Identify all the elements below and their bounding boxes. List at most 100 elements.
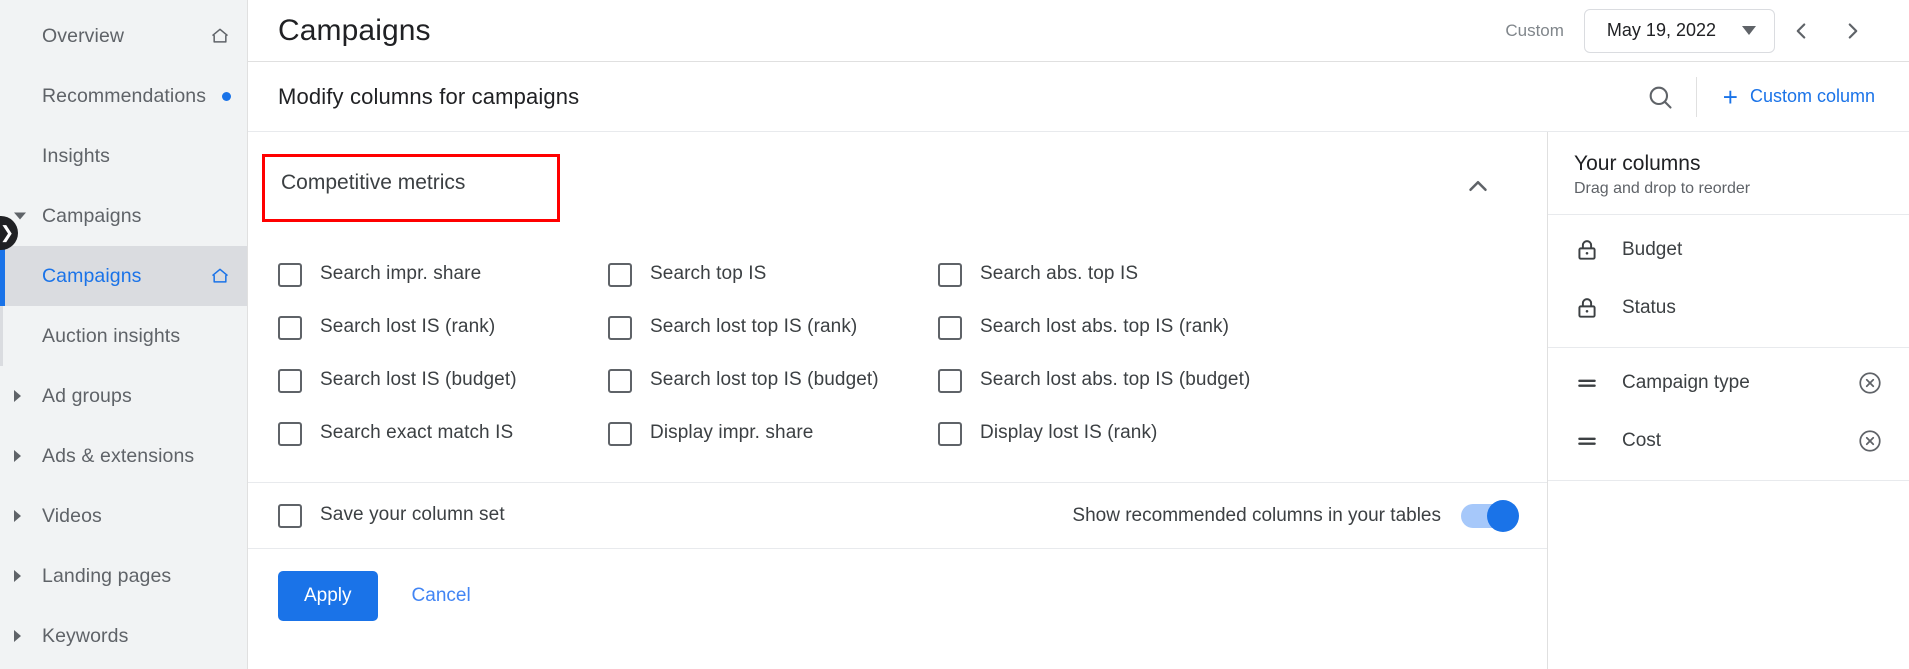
reorderable-column-row[interactable]: Campaign type (1548, 354, 1909, 412)
metric-label: Search lost IS (rank) (320, 316, 496, 337)
locked-column-label: Status (1622, 297, 1676, 318)
sidebar-item-list: Overview Recommendations Insights Campaigns… (0, 6, 247, 666)
date-range-select[interactable]: May 19, 2022 (1583, 8, 1775, 53)
metric-checkbox[interactable] (608, 263, 632, 287)
show-recommended-toggle[interactable] (1461, 499, 1519, 532)
metric-checkbox-row[interactable]: Search exact match IS (278, 407, 608, 460)
section-collapse-button[interactable] (1463, 171, 1517, 206)
remove-column-button[interactable] (1857, 428, 1883, 454)
sidebar-item-label: Ads & extensions (42, 444, 195, 467)
metric-checkbox-row[interactable]: Search lost abs. top IS (rank) (938, 301, 1517, 354)
drag-handle-icon[interactable] (1574, 370, 1600, 396)
reorderable-column-label: Cost (1622, 430, 1662, 451)
custom-column-button[interactable]: + Custom column (1705, 84, 1909, 110)
next-period-button[interactable] (1827, 5, 1879, 57)
caret-right-icon[interactable] (14, 570, 21, 582)
metric-checkbox-row[interactable]: Search lost top IS (rank) (608, 301, 938, 354)
metric-checkbox[interactable] (608, 422, 632, 446)
metrics-scroll-area[interactable]: Competitive metrics Search impr. share Se… (248, 132, 1547, 483)
lock-icon (1578, 240, 1596, 260)
your-columns-panel: Your columns Drag and drop to reorder Bu… (1547, 132, 1909, 669)
sidebar-item-ad-groups-6[interactable]: Ad groups (0, 366, 247, 426)
metric-checkbox-row[interactable]: Search lost IS (budget) (278, 354, 608, 407)
metric-checkbox[interactable] (608, 316, 632, 340)
metric-label: Display lost IS (rank) (980, 422, 1158, 443)
metric-checkbox[interactable] (278, 263, 302, 287)
metric-label: Search top IS (650, 263, 767, 284)
show-recommended-option[interactable]: Show recommended columns in your tables (1072, 499, 1519, 532)
sidebar-item-keywords-10[interactable]: Keywords (0, 606, 247, 666)
footer-options-row: Save your column set Show recommended co… (248, 483, 1547, 549)
sidebar-item-overview-0[interactable]: Overview (0, 6, 247, 66)
previous-period-button[interactable] (1775, 5, 1827, 57)
your-columns-subtitle: Drag and drop to reorder (1574, 180, 1751, 197)
sidebar-item-landing-pages-9[interactable]: Landing pages (0, 546, 247, 606)
home-icon (209, 26, 231, 46)
custom-column-label: Custom column (1749, 86, 1875, 106)
metric-checkbox[interactable] (278, 422, 302, 446)
search-button[interactable] (1628, 83, 1692, 111)
drag-handle-icon (1578, 379, 1596, 387)
left-sidebar-nav: ❯ Overview Recommendations Insights Campaig… (0, 0, 248, 669)
locked-column-row: Budget (1548, 221, 1909, 279)
metric-label: Search lost abs. top IS (rank) (980, 316, 1230, 337)
metric-label: Search lost top IS (rank) (650, 316, 858, 337)
caret-right-icon[interactable] (14, 510, 21, 522)
dialog-title: Modify columns for campaigns (278, 83, 580, 109)
sidebar-item-label: Campaigns (42, 204, 142, 227)
your-columns-header: Your columns Drag and drop to reorder (1548, 132, 1909, 215)
metric-checkbox[interactable] (938, 263, 962, 287)
apply-button[interactable]: Apply (278, 571, 378, 621)
sidebar-item-videos-8[interactable]: Videos (0, 486, 247, 546)
show-recommended-label: Show recommended columns in your tables (1072, 504, 1441, 526)
metric-checkbox-row[interactable]: Search abs. top IS (938, 248, 1517, 301)
metric-checkbox-row[interactable]: Search lost IS (rank) (278, 301, 608, 354)
metric-checkbox[interactable] (938, 316, 962, 340)
plus-icon: + (1722, 81, 1738, 112)
caret-right-icon[interactable] (14, 630, 21, 642)
competitive-metrics-section-header[interactable]: Competitive metrics (248, 132, 1547, 240)
metric-label: Search lost abs. top IS (budget) (980, 369, 1251, 390)
date-range-value: May 19, 2022 (1606, 20, 1716, 40)
caret-right-icon[interactable] (14, 390, 21, 402)
save-column-set-checkbox[interactable] (278, 504, 302, 528)
sidebar-item-auction-insights-5[interactable]: Auction insights (0, 306, 247, 366)
metric-checkbox-row[interactable]: Search impr. share (278, 248, 608, 301)
metric-checkbox[interactable] (938, 422, 962, 446)
save-column-set-option[interactable]: Save your column set (278, 503, 505, 528)
caret-down-icon[interactable] (14, 212, 26, 220)
drag-handle-icon[interactable] (1574, 428, 1600, 454)
chevron-right-icon: ❯ (0, 223, 15, 242)
remove-circle-icon (1859, 430, 1881, 452)
search-icon (1649, 86, 1672, 109)
sidebar-item-ads-extensions-7[interactable]: Ads & extensions (0, 426, 247, 486)
chevron-up-icon (1469, 180, 1487, 191)
date-range-label: Custom (1505, 20, 1564, 40)
metric-checkbox[interactable] (278, 316, 302, 340)
reorderable-column-row[interactable]: Cost (1548, 412, 1909, 470)
sidebar-item-campaigns-3[interactable]: Campaigns (0, 186, 247, 246)
date-controls: Custom May 19, 2022 (1505, 5, 1879, 57)
metric-checkbox[interactable] (278, 369, 302, 393)
metric-label: Search lost top IS (budget) (650, 369, 879, 390)
metric-checkbox-row[interactable]: Search top IS (608, 248, 938, 301)
metric-checkbox[interactable] (608, 369, 632, 393)
google-ads-modify-columns-screen: ❯ Overview Recommendations Insights Campaig… (0, 0, 1909, 669)
cancel-button[interactable]: Cancel (390, 571, 493, 621)
sidebar-item-campaigns-4[interactable]: Campaigns (0, 246, 247, 306)
metric-checkbox-row[interactable]: Display lost IS (rank) (938, 407, 1517, 460)
main-content: Campaigns Custom May 19, 2022 Modify col… (248, 0, 1909, 669)
drag-handle-icon (1578, 437, 1596, 445)
caret-right-icon[interactable] (14, 450, 21, 462)
modify-columns-header: Modify columns for campaigns + Custom co… (248, 62, 1909, 132)
metric-checkbox[interactable] (938, 369, 962, 393)
sidebar-item-recommendations-1[interactable]: Recommendations (0, 66, 247, 126)
metric-checkbox-row[interactable]: Display impr. share (608, 407, 938, 460)
sidebar-item-insights-2[interactable]: Insights (0, 126, 247, 186)
dialog-footer: Save your column set Show recommended co… (248, 483, 1547, 647)
metric-label: Search exact match IS (320, 422, 514, 443)
remove-column-button[interactable] (1857, 370, 1883, 396)
metric-checkbox-row[interactable]: Search lost top IS (budget) (608, 354, 938, 407)
locked-column-row: Status (1548, 279, 1909, 337)
metric-checkbox-row[interactable]: Search lost abs. top IS (budget) (938, 354, 1517, 407)
